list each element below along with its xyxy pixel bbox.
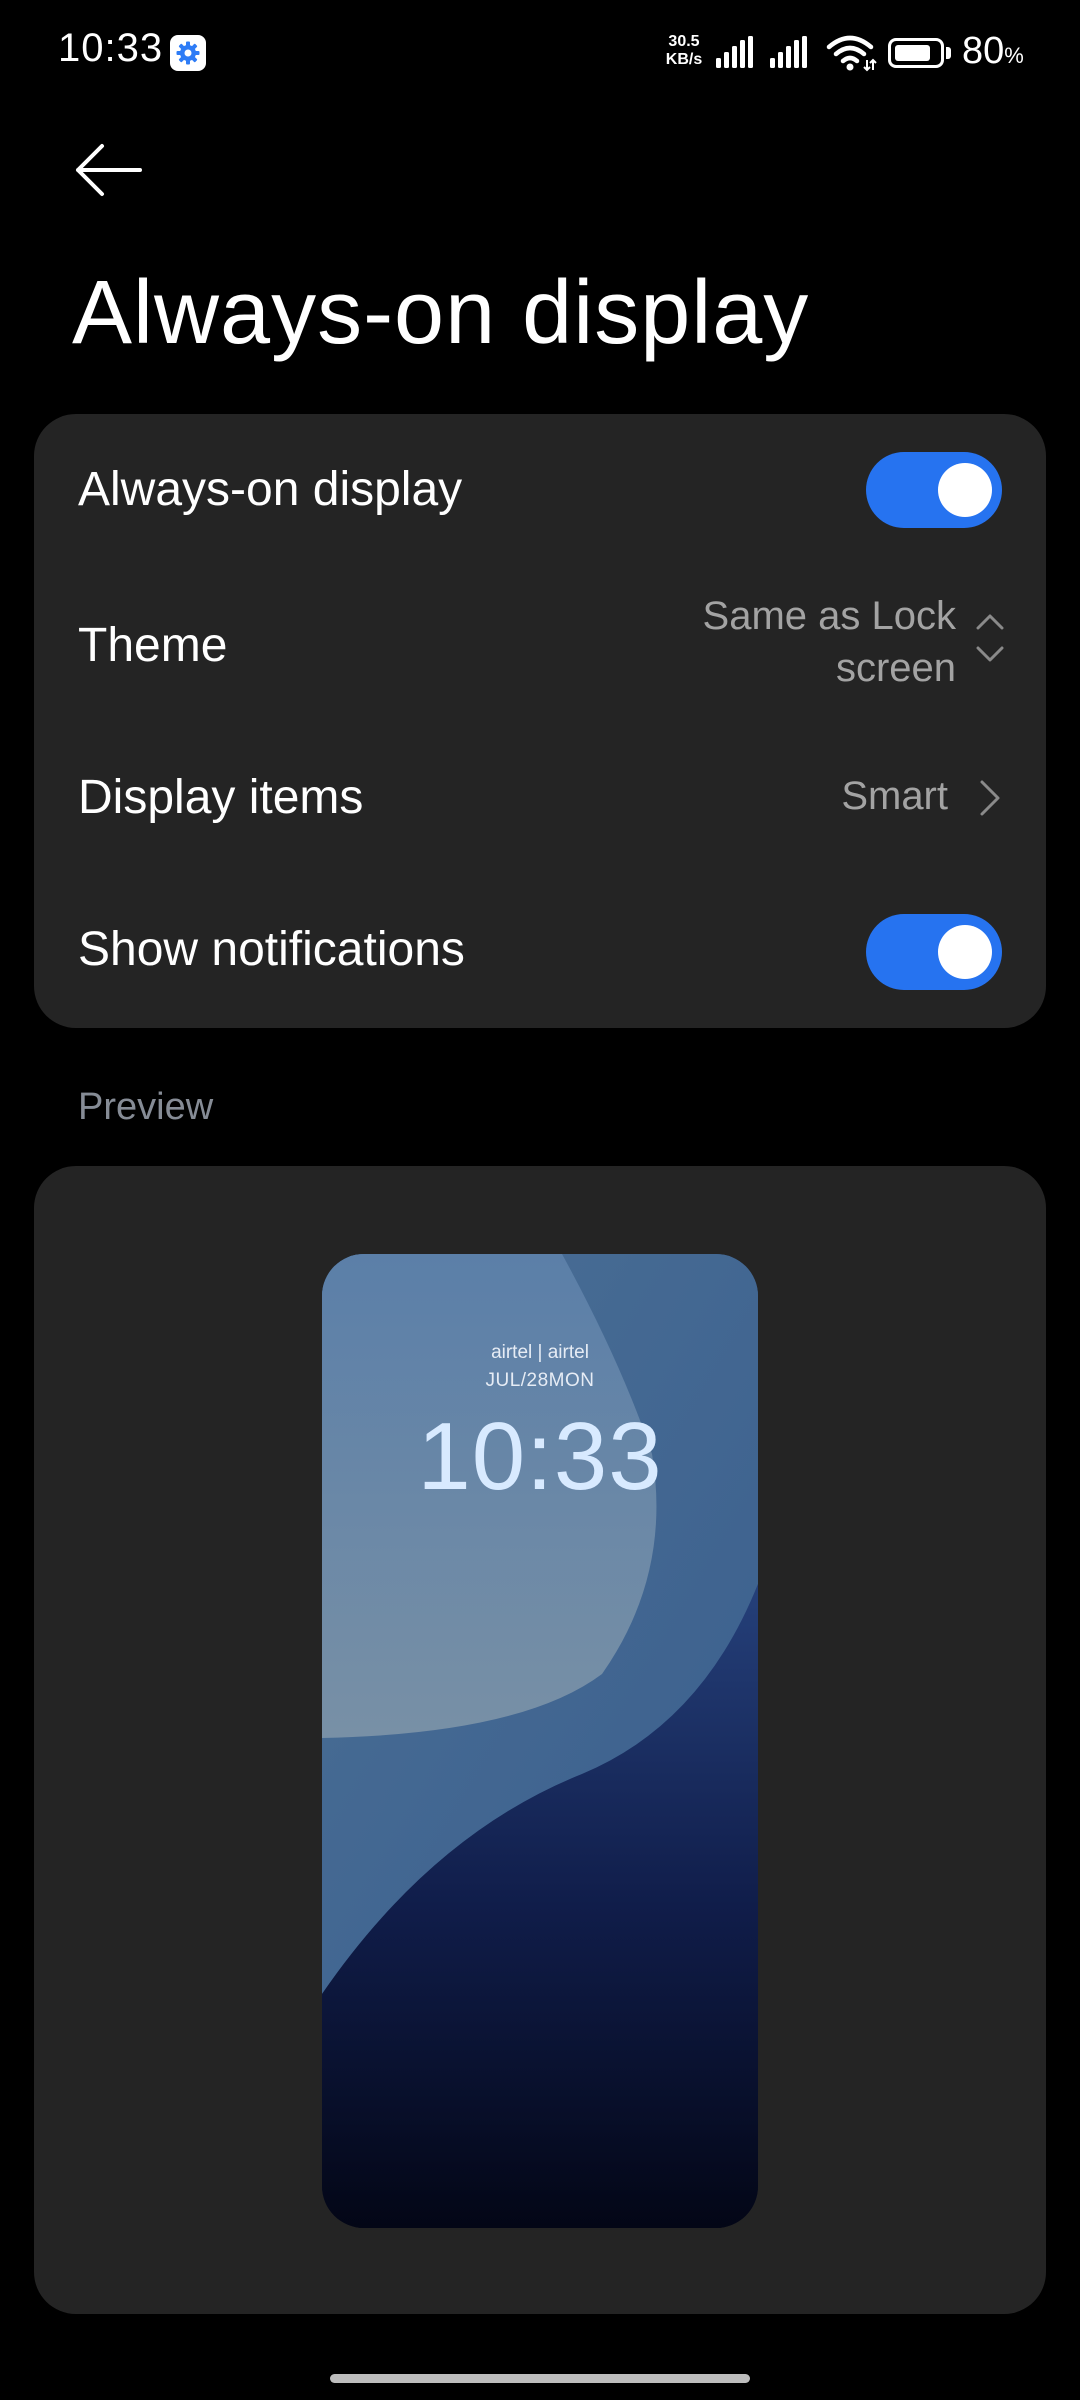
status-time: 10:33 [58,26,164,70]
signal-strength-2-icon [770,36,807,68]
toggle-knob [938,925,992,979]
wallpaper-image [322,1254,758,2228]
display-items-row[interactable]: Display items Smart [34,722,1046,878]
back-button[interactable] [70,138,150,206]
preview-card: airtel | airtel JUL/28MON 10:33 [34,1166,1046,2314]
back-arrow-icon [76,144,142,196]
settings-gear-icon [170,35,206,71]
battery-level-fill [895,45,931,61]
preview-date: JUL/28MON [485,1370,595,1391]
preview-section-label: Preview [78,1086,214,1128]
network-speed-value: 30.5 [668,33,700,50]
battery-value: 80 [962,30,1005,72]
theme-value-line1: Same as Lock [702,594,956,638]
battery-tip [946,47,951,59]
theme-label: Theme [78,619,228,672]
chevron-right-icon [980,780,1000,816]
status-bar: 10:33 30.5 KB/s 80% [0,0,1080,108]
up-down-chevron-icon [976,614,1004,662]
show-notifications-row[interactable]: Show notifications [34,878,1046,1028]
wifi-icon [826,35,877,72]
show-notifications-toggle[interactable] [866,914,1002,990]
show-notifications-label: Show notifications [78,923,465,976]
always-on-display-toggle[interactable] [866,452,1002,528]
page-title: Always-on display [72,263,810,363]
theme-value-line2: screen [835,646,956,690]
battery-unit: % [1004,43,1024,68]
network-speed: 30.5 KB/s [658,33,710,69]
display-items-label: Display items [78,771,364,824]
preview-clock: 10:33 [417,1403,663,1510]
settings-card: Always-on display Theme Same as Lock scr… [34,414,1046,1028]
signal-strength-icon [716,36,753,68]
home-indicator[interactable] [330,2374,750,2383]
theme-value: Same as Lock screen [636,590,956,694]
battery-icon [888,38,944,68]
display-items-value: Smart [841,774,948,818]
battery-percentage: 80% [962,30,1024,73]
always-on-display-label: Always-on display [78,463,463,516]
phone-preview[interactable]: airtel | airtel JUL/28MON 10:33 [322,1254,758,2228]
always-on-display-row[interactable]: Always-on display [34,414,1046,570]
toggle-knob [938,463,992,517]
theme-row[interactable]: Theme Same as Lock screen [34,570,1046,722]
network-speed-unit: KB/s [665,51,703,68]
preview-carrier: airtel | airtel [491,1342,589,1363]
